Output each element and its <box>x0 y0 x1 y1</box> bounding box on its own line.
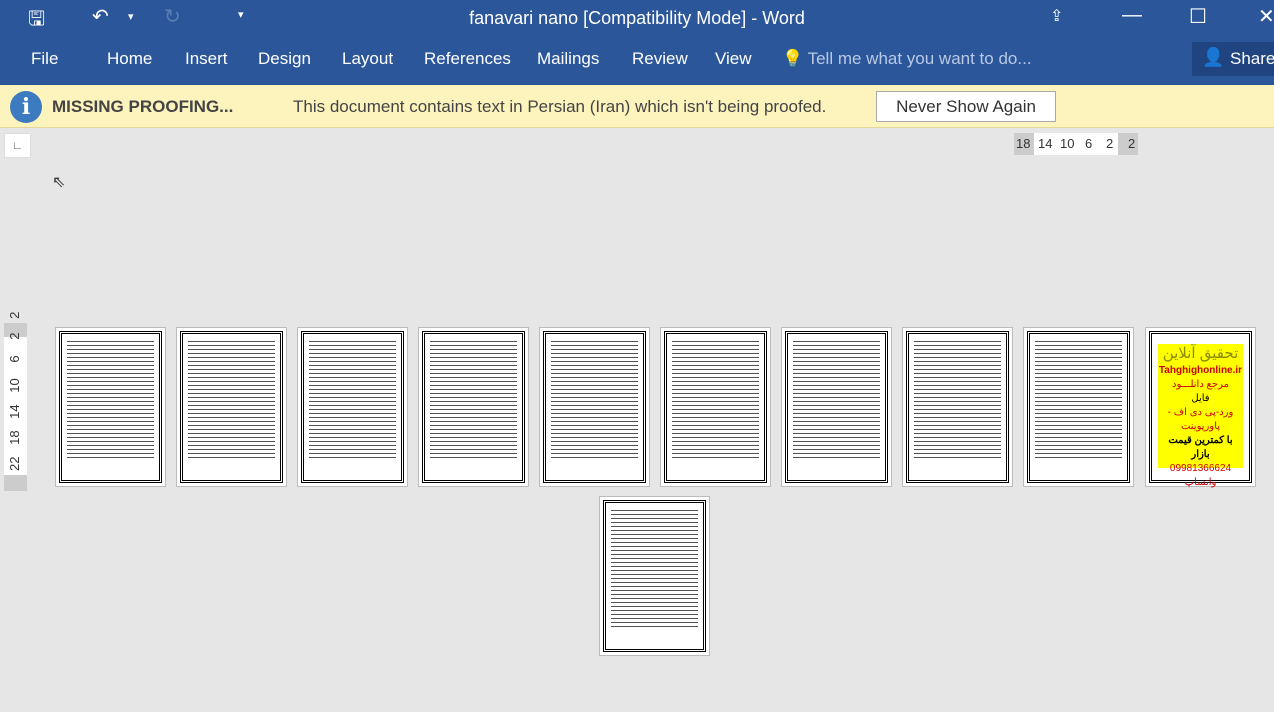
tab-file[interactable]: File <box>31 49 58 69</box>
page-thumbnail[interactable] <box>55 327 166 487</box>
lightbulb-icon: 💡 <box>782 49 804 68</box>
page-thumbnail[interactable] <box>599 496 710 656</box>
person-add-icon: 👤 <box>1202 47 1225 67</box>
tab-home[interactable]: Home <box>107 49 152 69</box>
page-thumbnail[interactable] <box>418 327 529 487</box>
page-thumbnail-ad[interactable]: تحقیق آنلاین Tahghighonline.ir مرجع دانل… <box>1145 327 1256 488</box>
window-title: fanavari nano [Compatibility Mode] - Wor… <box>469 8 805 28</box>
page-text-preview <box>611 509 698 627</box>
ruler-label: 14 <box>1038 136 1053 151</box>
ruler-label: 6 <box>7 355 22 363</box>
ruler-label: 2 <box>1128 136 1136 151</box>
maximize-icon[interactable]: ☐ <box>1189 4 1207 29</box>
page-thumbnail[interactable] <box>176 327 287 487</box>
vertical-ruler[interactable]: 22 18 14 10 6 2 2 <box>4 312 27 491</box>
info-icon: i <box>10 91 42 123</box>
ruler-label: 2 <box>1106 136 1114 151</box>
tab-insert[interactable]: Insert <box>185 49 228 69</box>
page-thumbnail[interactable] <box>781 327 892 487</box>
ruler-label: 22 <box>7 456 22 471</box>
tell-me-search[interactable]: 💡 Tell me what you want to do... <box>782 49 1032 69</box>
page-text-preview <box>430 340 517 458</box>
advertisement-image: تحقیق آنلاین Tahghighonline.ir مرجع دانل… <box>1158 344 1243 488</box>
tab-review[interactable]: Review <box>632 49 688 69</box>
tab-layout[interactable]: Layout <box>342 49 393 69</box>
message-title: MISSING PROOFING... <box>52 97 234 116</box>
ruler-label: 6 <box>1085 136 1093 151</box>
never-show-again-button[interactable]: Never Show Again <box>876 91 1056 122</box>
ruler-label: 10 <box>1060 136 1075 151</box>
share-label: Share <box>1230 49 1274 68</box>
tab-references[interactable]: References <box>424 49 511 69</box>
page-text-preview <box>1035 340 1122 458</box>
page-thumbnail[interactable] <box>902 327 1013 487</box>
page-text-preview <box>551 340 638 458</box>
ruler-label: 2 <box>7 332 22 340</box>
page-text-preview <box>793 340 880 458</box>
page-thumbnail[interactable] <box>660 327 771 487</box>
message-text: This document contains text in Persian (… <box>293 97 827 116</box>
tab-design[interactable]: Design <box>258 49 311 69</box>
ruler-label: 14 <box>7 404 22 419</box>
minimize-icon[interactable]: — <box>1122 4 1142 27</box>
page-text-preview <box>914 340 1001 458</box>
page-text-preview <box>188 340 275 458</box>
page-text-preview <box>67 340 154 458</box>
tab-view[interactable]: View <box>715 49 752 69</box>
ruler-label: 2 <box>7 311 22 319</box>
close-icon[interactable]: ✕ <box>1258 4 1274 29</box>
page-thumbnail[interactable] <box>297 327 408 487</box>
page-thumbnail[interactable] <box>539 327 650 487</box>
tab-selector[interactable]: ∟ <box>4 133 31 158</box>
page-text-preview <box>672 340 759 458</box>
mouse-pointer-icon: ⇖ <box>52 174 66 191</box>
horizontal-ruler[interactable]: 18 14 10 6 2 2 <box>1014 133 1138 155</box>
ruler-label: 18 <box>1016 136 1031 151</box>
ruler-label: 18 <box>7 430 22 445</box>
ribbon-display-options-icon[interactable]: ⇪ <box>1050 6 1063 26</box>
share-button[interactable]: 👤 Share <box>1192 42 1274 76</box>
ruler-label: 10 <box>7 378 22 393</box>
page-text-preview <box>309 340 396 458</box>
title-bar: 🖫 ↶ ▾ ↻ ▾ fanavari nano [Compatibility M… <box>0 0 1274 85</box>
tab-mailings[interactable]: Mailings <box>537 49 599 69</box>
message-bar: i MISSING PROOFING... This document cont… <box>0 85 1274 128</box>
page-thumbnail[interactable] <box>1023 327 1134 487</box>
tell-me-text: Tell me what you want to do... <box>807 49 1032 68</box>
